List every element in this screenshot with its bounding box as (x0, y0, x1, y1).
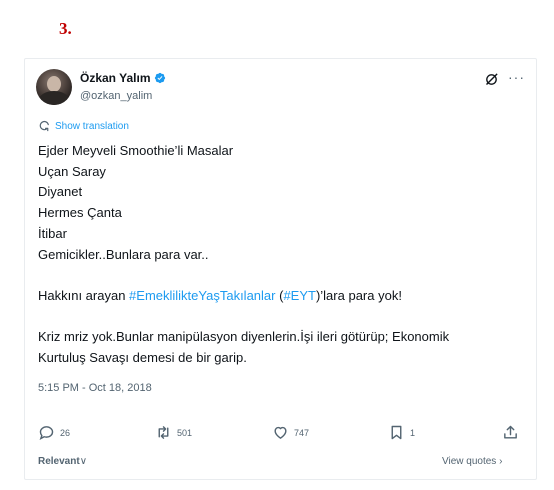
tweet-line: Hermes Çanta (38, 205, 122, 221)
author-name[interactable]: Özkan Yalım (80, 71, 150, 85)
reply-button[interactable]: 26 (38, 424, 70, 441)
tweet-line: Kurtuluş Savaşı demesi de bir garip. (38, 350, 247, 365)
heart-icon (274, 426, 287, 439)
tweet-line: Uçan Saray (38, 163, 106, 179)
repost-icon (158, 426, 169, 439)
bookmark-button[interactable]: 1 (388, 424, 415, 441)
tweet-line: Diyanet (38, 184, 83, 200)
repost-button[interactable]: 501 (155, 424, 192, 441)
bookmark-count: 1 (410, 427, 416, 438)
avatar-shoulders (39, 91, 69, 105)
reply-count: 26 (60, 427, 71, 438)
tweet-line: Kriz mriz yok.Bunlar manipülasyon diyenl… (38, 329, 450, 345)
reply-icon (39, 426, 54, 440)
show-translation-label[interactable]: Show translation (55, 121, 129, 132)
avatar-face (47, 76, 61, 92)
show-translation-link[interactable]: Show translation (38, 120, 129, 133)
avatar[interactable] (36, 69, 72, 105)
repost-count: 501 (177, 427, 193, 438)
tweet-text-segment: Hakkını arayan (38, 287, 130, 303)
page-marker: 3. (59, 19, 72, 38)
grok-icon[interactable] (484, 72, 499, 87)
tweet-line: İtibar (38, 225, 67, 241)
like-count: 747 (294, 427, 310, 438)
tweet-text: Ejder Meyveli Smoothie’li Masalar Uçan S… (38, 141, 528, 369)
more-options-icon[interactable]: ··· (508, 69, 525, 85)
verified-badge-icon (155, 72, 166, 84)
action-bar: 26 501 747 1 (38, 424, 522, 444)
chevron-right-icon: › (499, 456, 503, 467)
hashtag-link[interactable]: #EYT (283, 288, 316, 303)
bookmark-icon (391, 425, 402, 440)
author-handle[interactable]: @ozkan_yalim (80, 90, 152, 102)
tweet-timestamp[interactable]: 5:15 PM - Oct 18, 2018 (38, 382, 152, 394)
tweet-line: Gemicikler..Bunlara para var.. (38, 246, 209, 262)
tweet-paragraph-2: Hakkını arayan #EmeklilikteYaşTakılanlar… (38, 286, 528, 307)
share-button[interactable] (502, 424, 519, 441)
hashtag-link[interactable]: #EmeklilikteYaşTakılanlar (129, 288, 275, 303)
tweet-line: Ejder Meyveli Smoothie’li Masalar (38, 143, 234, 158)
sort-label: Relevant (38, 456, 80, 467)
translate-icon (39, 120, 49, 132)
chevron-down-icon: ∨ (79, 456, 88, 467)
view-quotes-link[interactable]: View quotes › (442, 456, 502, 467)
like-button[interactable]: 747 (272, 424, 309, 441)
view-quotes-label: View quotes (442, 456, 497, 467)
share-icon (504, 425, 517, 439)
tweet-text-segment: )’lara para yok! (315, 287, 402, 303)
sort-replies-dropdown[interactable]: Relevant∨ (38, 456, 87, 467)
author-name-row[interactable]: Özkan Yalım (80, 71, 166, 85)
